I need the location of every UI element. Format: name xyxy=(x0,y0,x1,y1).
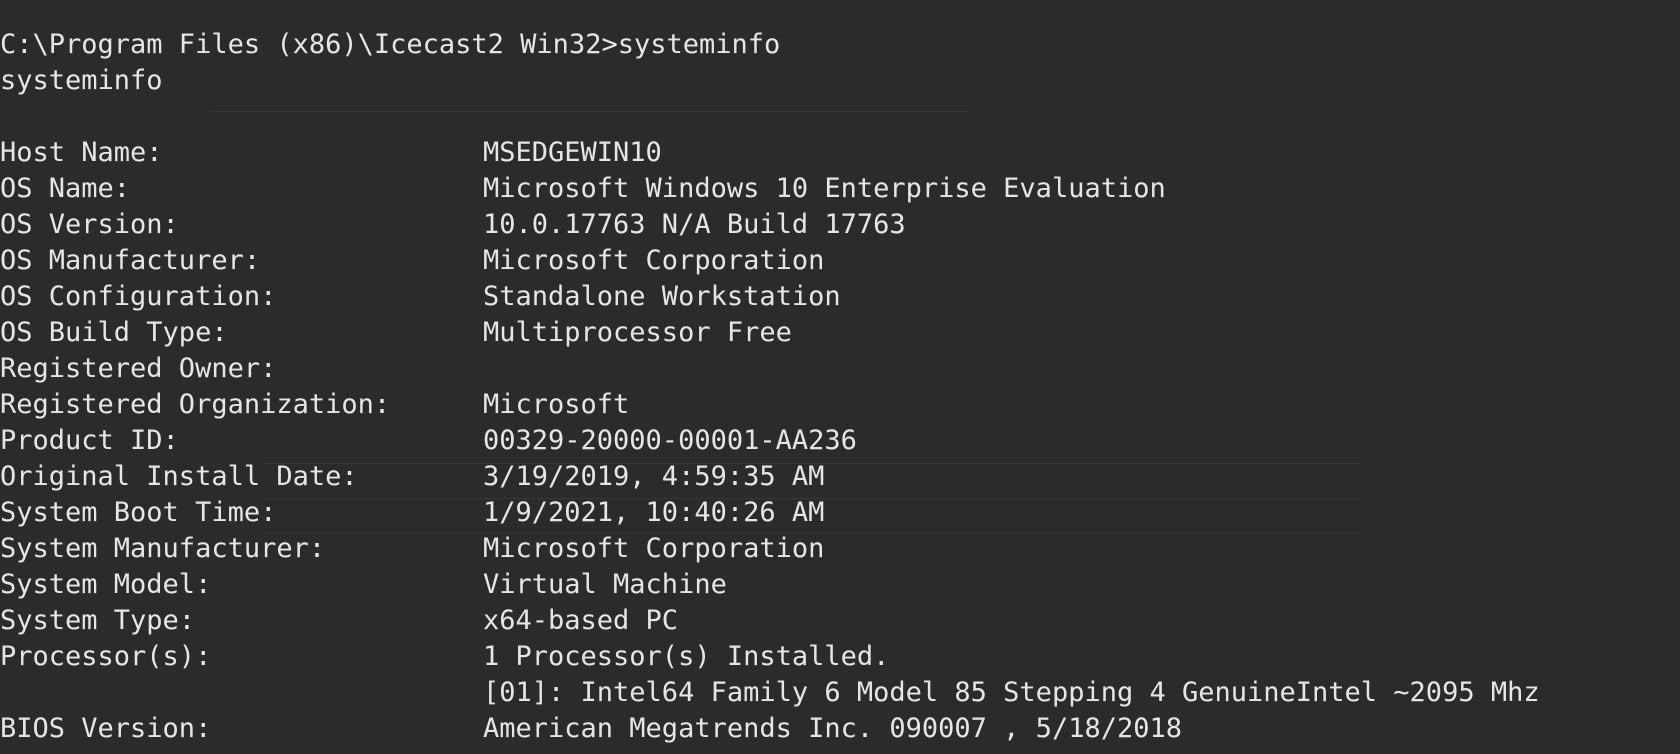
info-value: Virtual Machine xyxy=(483,569,727,600)
info-label: Product ID: xyxy=(0,425,179,456)
info-row-system-boot-time: System Boot Time: 1/9/2021, 10:40:26 AM xyxy=(0,495,1680,531)
info-value: 10.0.17763 N/A Build 17763 xyxy=(483,209,906,240)
info-value: Microsoft Windows 10 Enterprise Evaluati… xyxy=(483,173,1166,204)
info-row-os-version: OS Version: 10.0.17763 N/A Build 17763 xyxy=(0,207,1680,243)
info-value: Microsoft Corporation xyxy=(483,533,825,564)
info-label: BIOS Version: xyxy=(0,713,212,744)
info-row-system-model: System Model: Virtual Machine xyxy=(0,567,1680,603)
info-label: System Manufacturer: xyxy=(0,533,326,564)
info-row-system-type: System Type: x64-based PC xyxy=(0,603,1680,639)
info-value: Standalone Workstation xyxy=(483,281,841,312)
info-label: OS Configuration: xyxy=(0,281,277,312)
info-value: MSEDGEWIN10 xyxy=(483,137,662,168)
info-value: Microsoft xyxy=(483,389,630,420)
info-value: 00329-20000-00001-AA236 xyxy=(483,425,857,456)
info-row-system-manufacturer: System Manufacturer: Microsoft Corporati… xyxy=(0,531,1680,567)
info-label: System Type: xyxy=(0,605,196,636)
info-label: OS Manufacturer: xyxy=(0,245,261,276)
info-row-bios-version: BIOS Version: American Megatrends Inc. 0… xyxy=(0,711,1680,747)
info-label: Processor(s): xyxy=(0,641,212,672)
command-echo-line: systeminfo xyxy=(0,65,163,96)
info-label: System Model: xyxy=(0,569,212,600)
info-value: Multiprocessor Free xyxy=(483,317,792,348)
info-label: OS Build Type: xyxy=(0,317,228,348)
info-row-processor-detail: [01]: Intel64 Family 6 Model 85 Stepping… xyxy=(0,675,1680,711)
info-row-os-configuration: OS Configuration: Standalone Workstation xyxy=(0,279,1680,315)
info-label: Host Name: xyxy=(0,137,163,168)
info-label: System Boot Time: xyxy=(0,497,277,528)
info-value: [01]: Intel64 Family 6 Model 85 Stepping… xyxy=(483,677,1540,708)
info-row-registered-organization: Registered Organization: Microsoft xyxy=(0,387,1680,423)
info-row-processors: Processor(s): 1 Processor(s) Installed. xyxy=(0,639,1680,675)
info-label: Registered Organization: xyxy=(0,389,391,420)
info-row-original-install-date: Original Install Date: 3/19/2019, 4:59:3… xyxy=(0,459,1680,495)
info-row-product-id: Product ID: 00329-20000-00001-AA236 xyxy=(0,423,1680,459)
info-value: 1/9/2021, 10:40:26 AM xyxy=(483,497,825,528)
info-row-os-manufacturer: OS Manufacturer: Microsoft Corporation xyxy=(0,243,1680,279)
info-row-host-name: Host Name: MSEDGEWIN10 xyxy=(0,135,1680,171)
info-row-os-build-type: OS Build Type: Multiprocessor Free xyxy=(0,315,1680,351)
info-value: 3/19/2019, 4:59:35 AM xyxy=(483,461,825,492)
info-label: OS Name: xyxy=(0,173,131,204)
info-row-registered-owner: Registered Owner: xyxy=(0,351,1680,387)
terminal-window[interactable]: C:\Program Files (x86)\Icecast2 Win32>sy… xyxy=(0,0,1680,754)
info-value: x64-based PC xyxy=(483,605,679,636)
info-label: Original Install Date: xyxy=(0,461,358,492)
info-label: OS Version: xyxy=(0,209,179,240)
info-value: American Megatrends Inc. 090007 , 5/18/2… xyxy=(483,713,1182,744)
info-row-os-name: OS Name: Microsoft Windows 10 Enterprise… xyxy=(0,171,1680,207)
prompt-line: C:\Program Files (x86)\Icecast2 Win32>sy… xyxy=(0,29,781,60)
info-value: Microsoft Corporation xyxy=(483,245,825,276)
terminal-output: C:\Program Files (x86)\Icecast2 Win32>sy… xyxy=(0,27,1680,747)
info-label: Registered Owner: xyxy=(0,353,277,384)
info-value: 1 Processor(s) Installed. xyxy=(483,641,890,672)
